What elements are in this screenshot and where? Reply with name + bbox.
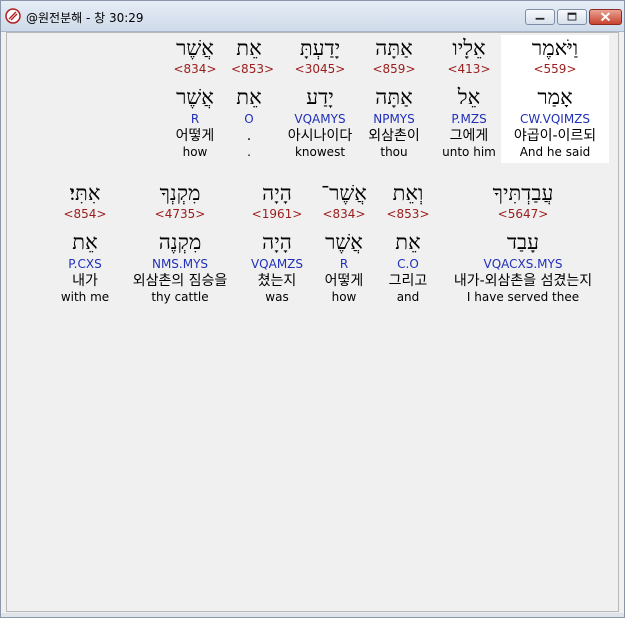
hebrew-lemma: אֵת — [72, 230, 98, 254]
morphology-code: VQACXS.MYS — [483, 257, 563, 271]
hebrew-lemma: אֵת — [236, 85, 262, 109]
korean-gloss: 어떻게 — [175, 128, 215, 144]
korean-gloss: 외삼촌이 — [368, 128, 420, 144]
hebrew-word: אֲשֶׁר־ — [321, 181, 367, 205]
maximize-icon — [567, 12, 577, 21]
strong-number[interactable]: <559> — [501, 62, 609, 76]
word-block[interactable]: הָיָה <1961> הָיָה VQAMZS 쳤는지 was — [248, 180, 306, 308]
english-gloss: unto him — [442, 145, 496, 159]
hebrew-lemma: אֲשֶׁר — [176, 85, 214, 109]
korean-gloss: 그에게 — [449, 128, 489, 144]
hebrew-word: וְאֵת — [392, 181, 424, 205]
strong-number[interactable]: <854> — [59, 207, 111, 221]
hebrew-word: אַתָּה — [375, 36, 413, 60]
english-gloss: thy cattle — [151, 290, 209, 304]
window-bottom-edge — [1, 613, 624, 617]
strong-number[interactable]: <3045> — [281, 62, 359, 76]
word-block[interactable]: וְאֵת <853> אֵת C.O 그리고 and — [382, 180, 434, 308]
korean-gloss: 쳤는지 — [257, 273, 297, 289]
hebrew-word: אִתִּי׃ — [69, 181, 101, 205]
app-window: @원전분해 - 창 30:29 וַיֹּאמֶר <559> אָמַר CW.VQ… — [0, 0, 625, 618]
hebrew-lemma: אֵל — [457, 85, 481, 109]
morphology-code: C.O — [397, 257, 419, 271]
word-block[interactable]: אַתָּה <859> אַתָּה NPMYS 외삼촌이 thou — [359, 35, 429, 163]
morphology-code: R — [190, 112, 200, 126]
morphology-code: O — [244, 112, 254, 126]
english-gloss: I have served thee — [466, 290, 580, 304]
minimize-icon — [535, 17, 545, 20]
word-block[interactable]: אֵת <853> אֵת O.. — [231, 35, 274, 163]
morphology-code: P.MZS — [451, 112, 487, 126]
app-logo-icon — [5, 8, 21, 24]
korean-gloss: 외삼촌의 짐승을 — [132, 273, 228, 289]
korean-gloss: 그리고 — [388, 273, 428, 289]
hebrew-lemma: אֲשֶׁר — [325, 230, 363, 254]
korean-gloss: 아시나이다 — [287, 128, 353, 144]
hebrew-lemma: מִקְנֶה — [158, 230, 202, 254]
morphology-code: CW.VQIMZS — [519, 112, 591, 126]
word-block[interactable]: אִתִּי׃ <854> אֵת P.CXS 내가 with me — [59, 180, 111, 308]
word-block[interactable]: וַיֹּאמֶר <559> אָמַר CW.VQIMZS 야곱이-이르되 And h… — [501, 35, 609, 163]
strong-number[interactable]: <853> — [231, 62, 274, 76]
english-gloss: . — [247, 145, 251, 159]
korean-gloss: 어떻게 — [324, 273, 364, 289]
morphology-code: NPMYS — [373, 112, 415, 126]
word-block[interactable]: עֲבַדְתִּיךָ <5647> עָבַד VQACXS.MYS 내가-외삼촌을… — [441, 180, 605, 308]
strong-number[interactable]: <1961> — [248, 207, 306, 221]
strong-number[interactable]: <834> — [318, 207, 370, 221]
english-gloss: with me — [60, 290, 110, 304]
window-title: @원전분해 - 창 30:29 — [26, 11, 144, 25]
morphology-code: VQAMYS — [294, 112, 346, 126]
morphology-code: VQAMZS — [250, 257, 304, 271]
strong-number[interactable]: <853> — [382, 207, 434, 221]
strong-number[interactable]: <5647> — [441, 207, 605, 221]
hebrew-word: אֵלָיו — [452, 36, 486, 60]
english-gloss: knowest — [294, 145, 346, 159]
maximize-button[interactable] — [557, 9, 587, 25]
word-block[interactable]: אֲשֶׁר־ <834> אֲשֶׁר R 어떻게 how — [318, 180, 370, 308]
strong-number[interactable]: <413> — [439, 62, 499, 76]
english-gloss: was — [265, 290, 289, 304]
word-block[interactable]: אֵלָיו <413> אֵל P.MZS 그에게 unto him — [439, 35, 499, 163]
title-bar[interactable]: @원전분해 - 창 30:29 — [1, 1, 624, 32]
hebrew-word: עֲבַדְתִּיךָ — [492, 181, 554, 205]
hebrew-word: אֵת — [236, 36, 262, 60]
hebrew-word: יָדַעְתָּ — [299, 36, 341, 60]
word-analysis-pane: וַיֹּאמֶר <559> אָמַר CW.VQIMZS 야곱이-이르되 And h… — [6, 32, 619, 612]
english-gloss: how — [331, 290, 357, 304]
hebrew-lemma: אָמַר — [537, 85, 573, 109]
close-icon — [600, 12, 611, 22]
word-block[interactable]: מִקְנְךָ <4735> מִקְנֶה NMS.MYS 외삼촌의 짐승을 thy … — [125, 180, 235, 308]
korean-gloss: 야곱이-이르되 — [513, 128, 597, 144]
minimize-button[interactable] — [525, 9, 555, 25]
english-gloss: how — [182, 145, 208, 159]
hebrew-lemma: אֵת — [395, 230, 421, 254]
english-gloss: thou — [380, 145, 408, 159]
korean-gloss: 내가 — [72, 273, 98, 289]
hebrew-word: אֲשֶׁר — [176, 36, 214, 60]
morphology-code: NMS.MYS — [151, 257, 209, 271]
english-gloss: and — [396, 290, 420, 304]
word-block[interactable]: אֲשֶׁר <834> אֲשֶׁר R 어떻게 how — [167, 35, 223, 163]
korean-gloss: . — [246, 128, 252, 144]
hebrew-lemma: הָיָה — [262, 230, 292, 254]
hebrew-word: הָיָה — [262, 181, 292, 205]
strong-number[interactable]: <4735> — [125, 207, 235, 221]
word-block[interactable]: יָדַעְתָּ <3045> יָדַע VQAMYS 아시나이다 knowest — [281, 35, 359, 163]
hebrew-lemma: עָבַד — [506, 230, 540, 254]
close-button[interactable] — [589, 9, 622, 25]
strong-number[interactable]: <859> — [359, 62, 429, 76]
morphology-code: R — [339, 257, 349, 271]
english-gloss: And he said — [519, 145, 591, 159]
hebrew-word: וַיֹּאמֶר — [531, 36, 579, 60]
korean-gloss: 내가-외삼촌을 섬겼는지 — [453, 273, 593, 289]
morphology-code: P.CXS — [68, 257, 102, 271]
hebrew-word: מִקְנְךָ — [159, 181, 201, 205]
hebrew-lemma: יָדַע — [306, 85, 334, 109]
strong-number[interactable]: <834> — [167, 62, 223, 76]
hebrew-lemma: אַתָּה — [375, 85, 413, 109]
